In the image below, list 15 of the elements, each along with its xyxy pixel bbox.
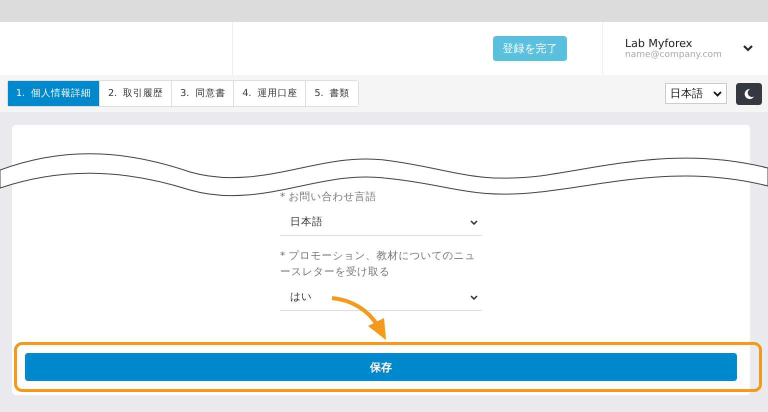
user-email: name@company.com xyxy=(625,50,723,60)
chevron-down-icon xyxy=(470,220,478,224)
select-field[interactable]: 日本語 xyxy=(280,209,482,236)
chevron-down-icon xyxy=(470,294,478,300)
dark-mode-button[interactable] xyxy=(736,82,762,104)
language-select[interactable]: 日本語 xyxy=(665,83,727,104)
moon-icon xyxy=(743,88,755,100)
user-name: Lab Myforex xyxy=(625,37,694,50)
chevron-down-icon xyxy=(713,90,722,96)
save-button[interactable]: 保存 xyxy=(25,353,737,381)
select-field[interactable]: はい xyxy=(280,284,482,311)
chevron-down-icon[interactable] xyxy=(743,45,753,52)
field-label: * プロモーション、教材についてのニュースレターを受け取る xyxy=(280,249,477,280)
field-label: * お問い合わせ言語 xyxy=(280,190,378,205)
step-tab[interactable]: 1. 個人情報詳細 xyxy=(8,81,100,106)
